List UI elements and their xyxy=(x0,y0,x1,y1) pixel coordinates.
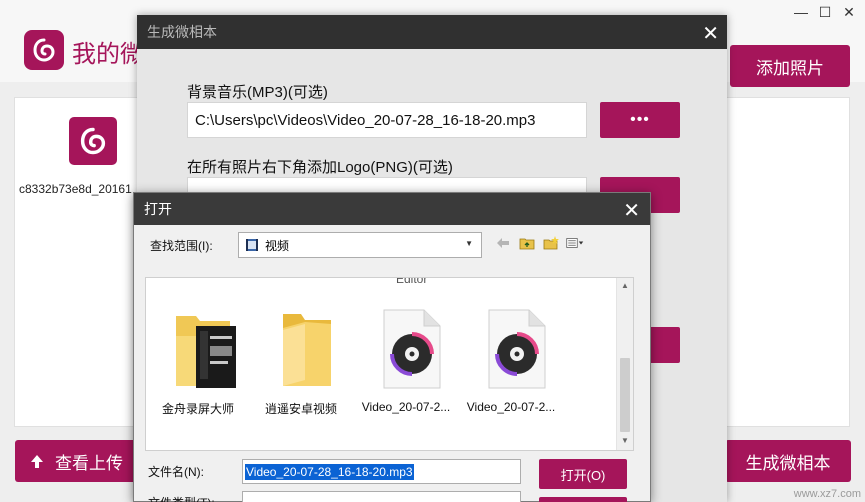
maximize-icon[interactable]: ☐ xyxy=(817,4,833,20)
look-in-value: 视频 xyxy=(265,238,290,253)
close-icon[interactable]: ✕ xyxy=(841,4,857,20)
close-icon[interactable]: ✕ xyxy=(702,21,719,46)
app-logo xyxy=(24,30,64,70)
list-item[interactable]: 逍遥安卓视频 xyxy=(251,306,351,426)
shell-logo-icon xyxy=(80,127,106,155)
file-label: Video_20-07-2... xyxy=(361,400,451,414)
cancel-button[interactable] xyxy=(539,497,627,502)
look-in-label: 查找范围(I): xyxy=(150,239,213,253)
list-item[interactable]: 金舟录屏大师 xyxy=(148,306,248,426)
partial-item-label: Editor xyxy=(396,277,428,286)
logo-label: 在所有照片右下角添加Logo(PNG)(可选) xyxy=(187,159,453,176)
file-name-label: 文件名(N): xyxy=(148,465,204,479)
music-browse-button[interactable]: ••• xyxy=(600,102,680,138)
scroll-down-icon[interactable]: ▼ xyxy=(621,436,629,445)
file-label: Video_20-07-2... xyxy=(466,400,556,414)
photo-thumbnail[interactable] xyxy=(69,117,117,165)
vertical-scrollbar[interactable]: ▲ ▼ xyxy=(616,278,633,450)
open-button[interactable]: 打开(O) xyxy=(539,459,627,489)
file-type-label: 文件类型(T): xyxy=(148,494,215,502)
file-list[interactable]: Editor 金舟录屏大师 逍遥安卓视频 Video_20-07-2... Vi… xyxy=(145,277,634,451)
app-title: 我的微 xyxy=(72,41,142,68)
chevron-down-icon: ▼ xyxy=(465,239,473,248)
open-dialog-title: 打开 xyxy=(144,201,172,217)
view-menu-icon[interactable] xyxy=(566,234,584,252)
video-folder-icon xyxy=(246,239,258,251)
file-type-select[interactable] xyxy=(242,491,521,502)
window-controls: — ☐ ✕ xyxy=(793,4,857,21)
scroll-thumb[interactable] xyxy=(620,358,630,432)
file-label: 逍遥安卓视频 xyxy=(264,402,337,416)
dialog-toolbar xyxy=(494,234,584,252)
file-name-field[interactable]: Video_20-07-28_16-18-20.mp3 xyxy=(242,459,521,484)
upload-arrow-icon xyxy=(31,455,43,468)
folder-icon xyxy=(283,314,331,386)
back-arrow-icon[interactable] xyxy=(494,234,512,252)
close-icon[interactable]: ✕ xyxy=(623,198,640,223)
audio-file-icon xyxy=(383,309,441,389)
shell-logo-icon xyxy=(33,38,55,62)
file-label: 金舟录屏大师 xyxy=(161,402,234,416)
minimize-icon[interactable]: — xyxy=(793,4,809,20)
watermark: www.xz7.com xyxy=(793,488,861,500)
music-label: 背景音乐(MP3)(可选) xyxy=(187,84,328,101)
generate-dialog-titlebar: 生成微相本 ✕ xyxy=(137,15,727,49)
up-folder-icon[interactable] xyxy=(518,234,536,252)
list-item[interactable]: Video_20-07-2... xyxy=(461,306,561,426)
file-name-value: Video_20-07-28_16-18-20.mp3 xyxy=(245,463,414,480)
open-file-dialog: 打开 ✕ 查找范围(I): 视频 ▼ Editor 金舟录屏大师 逍遥安卓视频 … xyxy=(133,192,651,502)
thumbnail-caption: c8332b73e8d_20161 xyxy=(19,182,132,196)
scroll-up-icon[interactable]: ▲ xyxy=(621,281,629,290)
view-upload-label: 查看上传 xyxy=(55,453,123,473)
list-item[interactable]: Video_20-07-2... xyxy=(356,306,456,426)
new-folder-icon[interactable] xyxy=(542,234,560,252)
look-in-select[interactable]: 视频 ▼ xyxy=(238,232,482,258)
open-dialog-titlebar: 打开 ✕ xyxy=(134,193,650,225)
music-path-field[interactable]: C:\Users\pc\Videos\Video_20-07-28_16-18-… xyxy=(187,102,587,138)
generate-dialog-title: 生成微相本 xyxy=(147,24,217,40)
add-photo-button[interactable]: 添加照片 xyxy=(730,45,850,87)
audio-file-icon xyxy=(488,309,546,389)
view-upload-button[interactable]: 查看上传 xyxy=(15,440,137,482)
generate-button[interactable]: 生成微相本 xyxy=(725,440,851,482)
folder-screenshot-icon xyxy=(176,316,236,388)
